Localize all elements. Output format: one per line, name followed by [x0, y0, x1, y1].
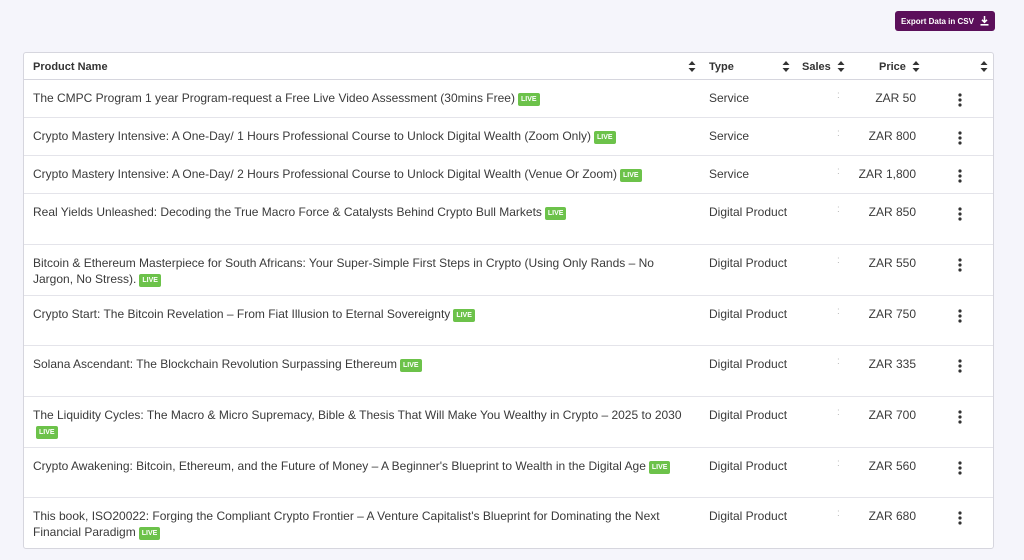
- product-name-text: Crypto Mastery Intensive: A One-Day/ 1 H…: [33, 129, 591, 143]
- product-type: Digital Product: [709, 256, 788, 270]
- product-price: ZAR 560: [868, 459, 916, 473]
- more-vertical-icon[interactable]: [953, 358, 967, 374]
- product-name: Crypto Mastery Intensive: A One-Day/ 2 H…: [33, 166, 683, 182]
- product-name-text: The CMPC Program 1 year Program-request …: [33, 91, 515, 105]
- product-price: ZAR 550: [868, 256, 916, 270]
- live-badge: LIVE: [594, 131, 616, 144]
- header-product-name[interactable]: Product Name: [33, 53, 108, 80]
- product-price: ZAR 335: [868, 357, 916, 371]
- product-type: Digital Product: [709, 408, 788, 422]
- product-sales: :: [837, 458, 840, 469]
- more-vertical-icon[interactable]: [953, 257, 967, 273]
- table-row[interactable]: This book, ISO20022: Forging the Complia…: [24, 498, 993, 548]
- product-name-text: This book, ISO20022: Forging the Complia…: [33, 509, 660, 539]
- product-type: Digital Product: [709, 509, 788, 523]
- product-name-text: Crypto Start: The Bitcoin Revelation – F…: [33, 307, 451, 321]
- sort-icon[interactable]: [688, 61, 696, 72]
- live-badge: LIVE: [139, 274, 161, 287]
- product-type: Digital Product: [709, 357, 788, 371]
- product-name: Crypto Awakening: Bitcoin, Ethereum, and…: [33, 458, 683, 474]
- product-name-text: Crypto Mastery Intensive: A One-Day/ 2 H…: [33, 167, 618, 181]
- sort-icon[interactable]: [782, 61, 790, 72]
- table-row[interactable]: The CMPC Program 1 year Program-request …: [24, 80, 993, 118]
- product-price: ZAR 750: [868, 307, 916, 321]
- more-vertical-icon[interactable]: [953, 308, 967, 324]
- product-name-text: The Liquidity Cycles: The Macro & Micro …: [33, 408, 682, 422]
- product-name: The CMPC Program 1 year Program-request …: [33, 90, 683, 106]
- more-vertical-icon[interactable]: [953, 92, 967, 108]
- live-badge: LIVE: [544, 207, 567, 220]
- product-type: Digital Product: [709, 459, 788, 473]
- product-name: Solana Ascendant: The Blockchain Revolut…: [33, 356, 683, 372]
- product-price: ZAR 800: [868, 129, 916, 143]
- product-sales: :: [837, 508, 840, 519]
- product-price: ZAR 680: [868, 509, 916, 523]
- products-table: Product Name Type Sales Price The CMPC P…: [23, 52, 994, 549]
- product-price: ZAR 1,800: [858, 167, 916, 181]
- header-sales[interactable]: Sales: [802, 53, 831, 80]
- live-badge: LIVE: [517, 93, 540, 106]
- product-sales: :: [837, 204, 840, 215]
- product-sales: :: [837, 306, 840, 317]
- live-badge: LIVE: [36, 426, 58, 439]
- product-sales: :: [837, 255, 840, 266]
- sort-icon[interactable]: [980, 61, 988, 72]
- more-vertical-icon[interactable]: [953, 206, 967, 222]
- live-badge: LIVE: [648, 461, 671, 474]
- product-name-text: Real Yields Unleashed: Decoding the True…: [33, 205, 542, 219]
- product-sales: :: [837, 128, 840, 139]
- table-row[interactable]: The Liquidity Cycles: The Macro & Micro …: [24, 397, 993, 448]
- header-price[interactable]: Price: [879, 53, 906, 80]
- product-price: ZAR 700: [868, 408, 916, 422]
- table-row[interactable]: Bitcoin & Ethereum Masterpiece for South…: [24, 245, 993, 296]
- product-name: Crypto Mastery Intensive: A One-Day/ 1 H…: [33, 128, 683, 144]
- product-name: The Liquidity Cycles: The Macro & Micro …: [33, 407, 683, 439]
- product-type: Service: [709, 167, 750, 181]
- table-row[interactable]: Crypto Start: The Bitcoin Revelation – F…: [24, 296, 993, 346]
- table-row[interactable]: Crypto Mastery Intensive: A One-Day/ 1 H…: [24, 118, 993, 156]
- product-price: ZAR 50: [875, 91, 916, 105]
- more-vertical-icon[interactable]: [953, 409, 967, 425]
- more-vertical-icon[interactable]: [953, 130, 967, 146]
- live-badge: LIVE: [453, 309, 475, 322]
- product-price: ZAR 850: [868, 205, 916, 219]
- table-row[interactable]: Crypto Mastery Intensive: A One-Day/ 2 H…: [24, 156, 993, 194]
- live-badge: LIVE: [400, 359, 422, 372]
- product-type: Digital Product: [709, 205, 788, 219]
- live-badge: LIVE: [138, 527, 161, 540]
- table-header: Product Name Type Sales Price: [24, 53, 993, 80]
- product-name-text: Crypto Awakening: Bitcoin, Ethereum, and…: [33, 459, 646, 473]
- product-type: Service: [709, 91, 750, 105]
- product-name: This book, ISO20022: Forging the Complia…: [33, 508, 683, 540]
- product-name: Crypto Start: The Bitcoin Revelation – F…: [33, 306, 683, 322]
- more-vertical-icon[interactable]: [953, 460, 967, 476]
- more-vertical-icon[interactable]: [953, 168, 967, 184]
- table-row[interactable]: Crypto Awakening: Bitcoin, Ethereum, and…: [24, 448, 993, 498]
- sort-icon[interactable]: [837, 61, 845, 72]
- export-csv-button[interactable]: Export Data in CSV: [895, 11, 995, 31]
- product-sales: :: [837, 356, 840, 367]
- more-vertical-icon[interactable]: [953, 510, 967, 526]
- sort-icon[interactable]: [912, 61, 920, 72]
- product-name-text: Solana Ascendant: The Blockchain Revolut…: [33, 357, 398, 371]
- download-icon: [980, 16, 989, 26]
- live-badge: LIVE: [620, 169, 642, 182]
- product-sales: :: [837, 166, 840, 177]
- table-row[interactable]: Real Yields Unleashed: Decoding the True…: [24, 194, 993, 245]
- export-csv-label: Export Data in CSV: [901, 16, 974, 26]
- product-name: Bitcoin & Ethereum Masterpiece for South…: [33, 255, 683, 287]
- table-row[interactable]: Solana Ascendant: The Blockchain Revolut…: [24, 346, 993, 397]
- product-type: Service: [709, 129, 750, 143]
- product-name-text: Bitcoin & Ethereum Masterpiece for South…: [33, 256, 654, 286]
- product-sales: :: [837, 90, 840, 101]
- product-sales: :: [837, 407, 840, 418]
- product-type: Digital Product: [709, 307, 788, 321]
- header-type[interactable]: Type: [709, 53, 734, 80]
- product-name: Real Yields Unleashed: Decoding the True…: [33, 204, 683, 220]
